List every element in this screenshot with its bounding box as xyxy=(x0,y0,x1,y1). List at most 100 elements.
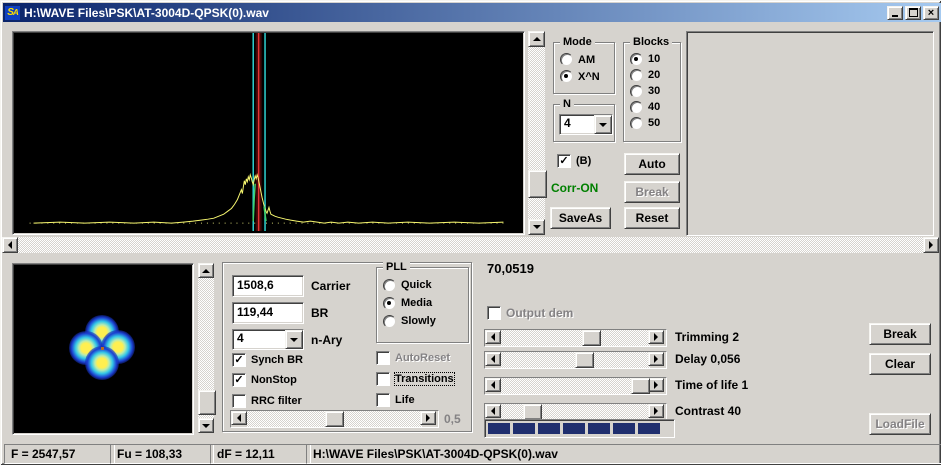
br-input[interactable]: 119,44 xyxy=(232,302,304,324)
b-checkbox[interactable]: ✓ (B) xyxy=(557,153,591,168)
scroll-up-button[interactable] xyxy=(528,31,545,47)
saveas-button[interactable]: SaveAs xyxy=(550,207,611,229)
radio-icon xyxy=(630,85,643,98)
scroll-left-button[interactable] xyxy=(2,237,18,253)
radio-option-am[interactable]: AM xyxy=(554,51,614,68)
slider-left-button[interactable] xyxy=(485,404,501,418)
checkbox-rrc-filter[interactable]: RRC filter xyxy=(232,393,302,408)
radio-dot-icon xyxy=(387,301,391,305)
statusbar: F = 2547,57Fu = 108,33dF = 12,11H:\WAVE … xyxy=(0,444,941,464)
slider-right-button[interactable] xyxy=(648,352,664,366)
nary-label: n-Ary xyxy=(311,333,342,347)
slider-trimming-2[interactable] xyxy=(484,329,667,347)
radio-option-x-n[interactable]: X^N xyxy=(554,68,614,85)
reset-button[interactable]: Reset xyxy=(624,207,680,229)
chevron-down-icon xyxy=(599,123,607,131)
spectrum-plot xyxy=(14,33,521,231)
clear-button[interactable]: Clear xyxy=(869,353,931,375)
arrow-right-icon xyxy=(654,355,662,363)
slider-left-button[interactable] xyxy=(485,330,501,344)
slider-thumb[interactable] xyxy=(582,330,601,346)
blocks-group: Blocks 1020304050 xyxy=(623,42,681,142)
constellation-point xyxy=(85,346,119,380)
radio-option-40[interactable]: 40 xyxy=(624,99,680,115)
slider-track[interactable] xyxy=(501,378,650,394)
close-button[interactable]: × xyxy=(923,6,939,20)
radio-option-slowly[interactable]: Slowly xyxy=(377,312,468,330)
n-group: N 4 xyxy=(553,104,615,142)
checkbox-transitions[interactable]: Transitions xyxy=(376,371,454,386)
progress-segment xyxy=(638,423,660,434)
slider-left-button[interactable] xyxy=(485,378,501,392)
radio-option-10[interactable]: 10 xyxy=(624,51,680,67)
arrow-left-icon xyxy=(487,381,495,389)
radio-option-quick[interactable]: Quick xyxy=(377,276,468,294)
slider-delay-0-056[interactable] xyxy=(484,351,667,369)
slider-right-button[interactable] xyxy=(648,378,664,392)
scroll-up-button[interactable] xyxy=(198,263,214,278)
minimize-button[interactable] xyxy=(887,6,903,20)
slider-left-button[interactable] xyxy=(231,411,247,425)
radio-label: 20 xyxy=(648,69,660,81)
horizontal-scrollbar[interactable] xyxy=(2,237,939,253)
progress-segment xyxy=(563,423,585,434)
slider-right-button[interactable] xyxy=(648,404,664,418)
n-group-label: N xyxy=(560,98,574,110)
mode-group: Mode AMX^N xyxy=(553,42,615,94)
radio-icon xyxy=(383,279,396,292)
arrow-right-icon xyxy=(654,333,662,341)
slider-time-of-life-1[interactable] xyxy=(484,377,667,395)
b-checkbox-label: (B) xyxy=(576,155,591,167)
auto-button[interactable]: Auto xyxy=(624,153,680,175)
mode-group-label: Mode xyxy=(560,36,595,48)
dropdown-button[interactable] xyxy=(594,115,612,134)
radio-option-media[interactable]: Media xyxy=(377,294,468,312)
radio-option-50[interactable]: 50 xyxy=(624,115,680,131)
scrollbar-track[interactable] xyxy=(18,237,923,253)
checkbox-synch-br[interactable]: ✓Synch BR xyxy=(232,352,303,367)
n-combobox-value: 4 xyxy=(564,116,571,130)
checkbox-label: RRC filter xyxy=(251,395,302,407)
checkbox-nonstop[interactable]: ✓NonStop xyxy=(232,372,297,387)
scrollbar-thumb[interactable] xyxy=(198,390,216,415)
arrow-right-icon xyxy=(654,381,662,389)
progress-segment xyxy=(538,423,560,434)
break-button[interactable]: Break xyxy=(869,323,931,345)
spectrum-display xyxy=(12,31,525,235)
spectrum-vertical-scrollbar[interactable] xyxy=(528,31,545,235)
dropdown-button[interactable] xyxy=(285,330,303,349)
slider-thumb[interactable] xyxy=(325,411,344,427)
slider-thumb[interactable] xyxy=(523,404,542,420)
nary-combobox[interactable]: 4 xyxy=(232,329,304,350)
maximize-button[interactable] xyxy=(905,6,921,20)
slider-right-button[interactable] xyxy=(648,330,664,344)
slider-track[interactable] xyxy=(501,330,650,346)
checkbox-icon xyxy=(232,394,246,408)
scroll-down-button[interactable] xyxy=(528,219,545,235)
loadfile-button: LoadFile xyxy=(869,413,931,435)
constellation-vertical-scrollbar[interactable] xyxy=(198,263,214,433)
scrollbar-thumb[interactable] xyxy=(528,170,547,198)
application-window: SA H:\WAVE Files\PSK\AT-3004D-QPSK(0).wa… xyxy=(0,0,941,465)
radio-icon xyxy=(560,53,573,66)
pll-radio-list: QuickMediaSlowly xyxy=(377,268,468,330)
radio-option-20[interactable]: 20 xyxy=(624,67,680,83)
scroll-down-button[interactable] xyxy=(198,418,214,433)
fine-tune-slider[interactable] xyxy=(230,410,439,428)
checkbox-label: Transitions xyxy=(395,373,454,385)
radio-icon xyxy=(630,69,643,82)
statusbar-panel-3: H:\WAVE Files\PSK\AT-3004D-QPSK(0).wav xyxy=(306,444,941,464)
slider-right-button[interactable] xyxy=(420,411,436,425)
scroll-right-button[interactable] xyxy=(923,237,939,253)
n-combobox[interactable]: 4 xyxy=(559,114,613,135)
arrow-left-icon xyxy=(487,407,495,415)
slider-left-button[interactable] xyxy=(485,352,501,366)
radio-option-30[interactable]: 30 xyxy=(624,83,680,99)
slider-thumb[interactable] xyxy=(631,378,650,394)
pll-group: PLL QuickMediaSlowly xyxy=(376,267,469,343)
output-dem-label: Output dem xyxy=(506,306,573,320)
slider-thumb[interactable] xyxy=(575,352,594,368)
slider-label-contrast-40: Contrast 40 xyxy=(675,404,741,418)
checkbox-life[interactable]: Life xyxy=(376,392,415,407)
carrier-input[interactable]: 1508,6 xyxy=(232,275,304,297)
